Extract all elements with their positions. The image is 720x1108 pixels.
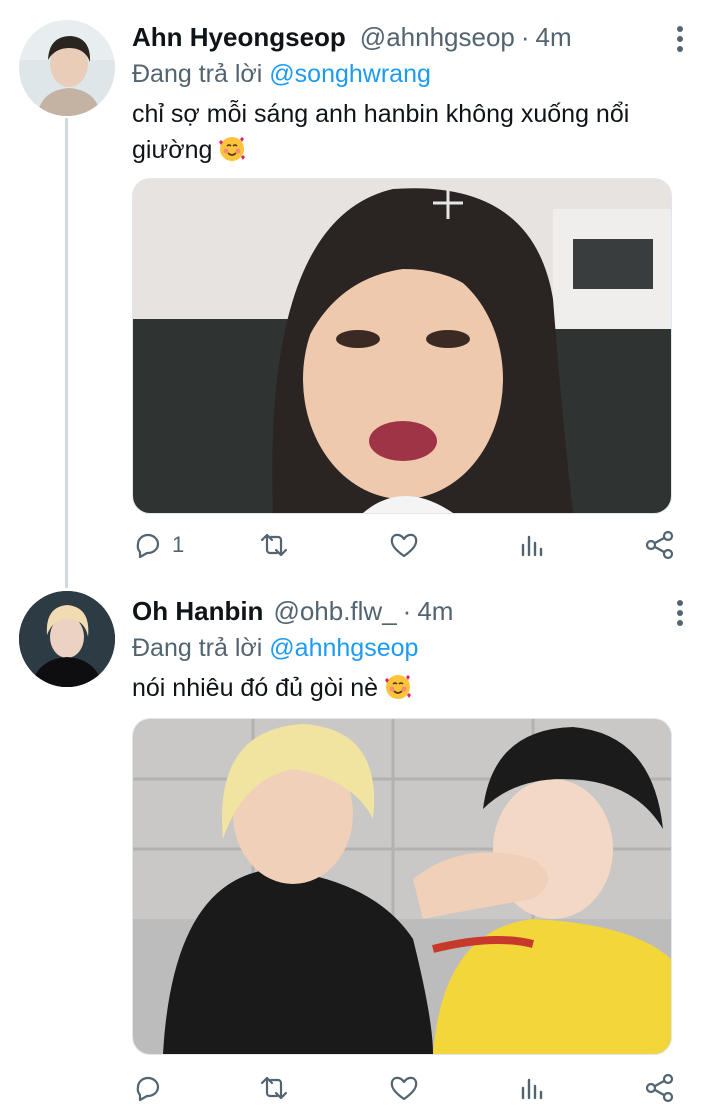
reply-icon xyxy=(136,533,160,559)
more-icon[interactable] xyxy=(672,26,688,56)
like-button[interactable] xyxy=(388,1068,420,1108)
share-icon xyxy=(645,530,674,560)
analytics-icon xyxy=(521,1078,543,1100)
tweet-text: nói nhiêu đó đủ gòi nè xyxy=(132,670,700,711)
smiling-face-with-hearts-icon xyxy=(218,135,246,173)
mention-link[interactable]: @ahnhgseop xyxy=(269,634,418,662)
analytics-button[interactable] xyxy=(517,525,549,565)
more-icon[interactable] xyxy=(672,600,688,630)
reply-count: 1 xyxy=(172,532,185,557)
author-name[interactable]: Ahn Hyeongseop xyxy=(132,22,346,53)
smiling-face-with-hearts-icon xyxy=(384,673,412,711)
tweet-content: Oh Hanbin @ohb.flw_ · 4m Đang trả lời @a… xyxy=(132,592,700,711)
reply-icon xyxy=(136,1076,160,1102)
analytics-icon xyxy=(521,535,543,557)
replying-prefix: Đang trả lời xyxy=(132,634,263,662)
analytics-button[interactable] xyxy=(517,1068,549,1108)
reply-button[interactable]: 1 xyxy=(132,525,184,565)
tweet-header: Ahn Hyeongseop @ahnhgseop · 4m xyxy=(132,18,700,56)
tweet-actions: 1 xyxy=(132,525,692,565)
retweet-button[interactable] xyxy=(258,1068,290,1108)
author-name[interactable]: Oh Hanbin xyxy=(132,596,263,627)
tweet-actions xyxy=(132,1068,692,1108)
tweet[interactable]: Ahn Hyeongseop @ahnhgseop · 4m Đang trả … xyxy=(0,0,720,588)
avatar[interactable] xyxy=(19,591,115,687)
thread-line xyxy=(65,118,68,588)
replying-to: Đang trả lời @ahnhgseop xyxy=(132,630,700,666)
author-handle[interactable]: @ohb.flw_ xyxy=(273,596,396,627)
retweet-icon xyxy=(260,533,288,557)
tweet-content: Ahn Hyeongseop @ahnhgseop · 4m Đang trả … xyxy=(132,18,700,173)
tweet-media-photo[interactable] xyxy=(132,718,672,1055)
tweet-text: chỉ sợ mỗi sáng anh hanbin không xuống n… xyxy=(132,96,700,173)
retweet-icon xyxy=(260,1076,288,1100)
separator: · xyxy=(402,595,412,626)
mention-link[interactable]: @songhwrang xyxy=(269,60,431,88)
replying-to: Đang trả lời @songhwrang xyxy=(132,56,700,92)
replying-prefix: Đang trả lời xyxy=(132,60,263,88)
tweet-media-photo[interactable] xyxy=(132,178,672,514)
like-button[interactable] xyxy=(388,525,420,565)
tweet[interactable]: Oh Hanbin @ohb.flw_ · 4m Đang trả lời @a… xyxy=(0,578,720,1104)
timestamp[interactable]: 4m xyxy=(536,22,572,53)
avatar[interactable] xyxy=(19,20,115,116)
tweet-text-body: nói nhiêu đó đủ gòi nè xyxy=(132,674,379,702)
like-icon xyxy=(390,533,418,558)
like-icon xyxy=(390,1076,418,1101)
tweet-text-body: chỉ sợ mỗi sáng anh hanbin không xuống n… xyxy=(132,100,630,164)
share-button[interactable] xyxy=(644,1068,676,1108)
timestamp[interactable]: 4m xyxy=(417,596,453,627)
author-handle[interactable]: @ahnhgseop xyxy=(360,22,515,53)
separator: · xyxy=(520,21,530,52)
tweet-header: Oh Hanbin @ohb.flw_ · 4m xyxy=(132,592,700,630)
retweet-button[interactable] xyxy=(258,525,290,565)
reply-button[interactable] xyxy=(132,1068,172,1108)
share-button[interactable] xyxy=(644,525,676,565)
share-icon xyxy=(645,1073,674,1103)
